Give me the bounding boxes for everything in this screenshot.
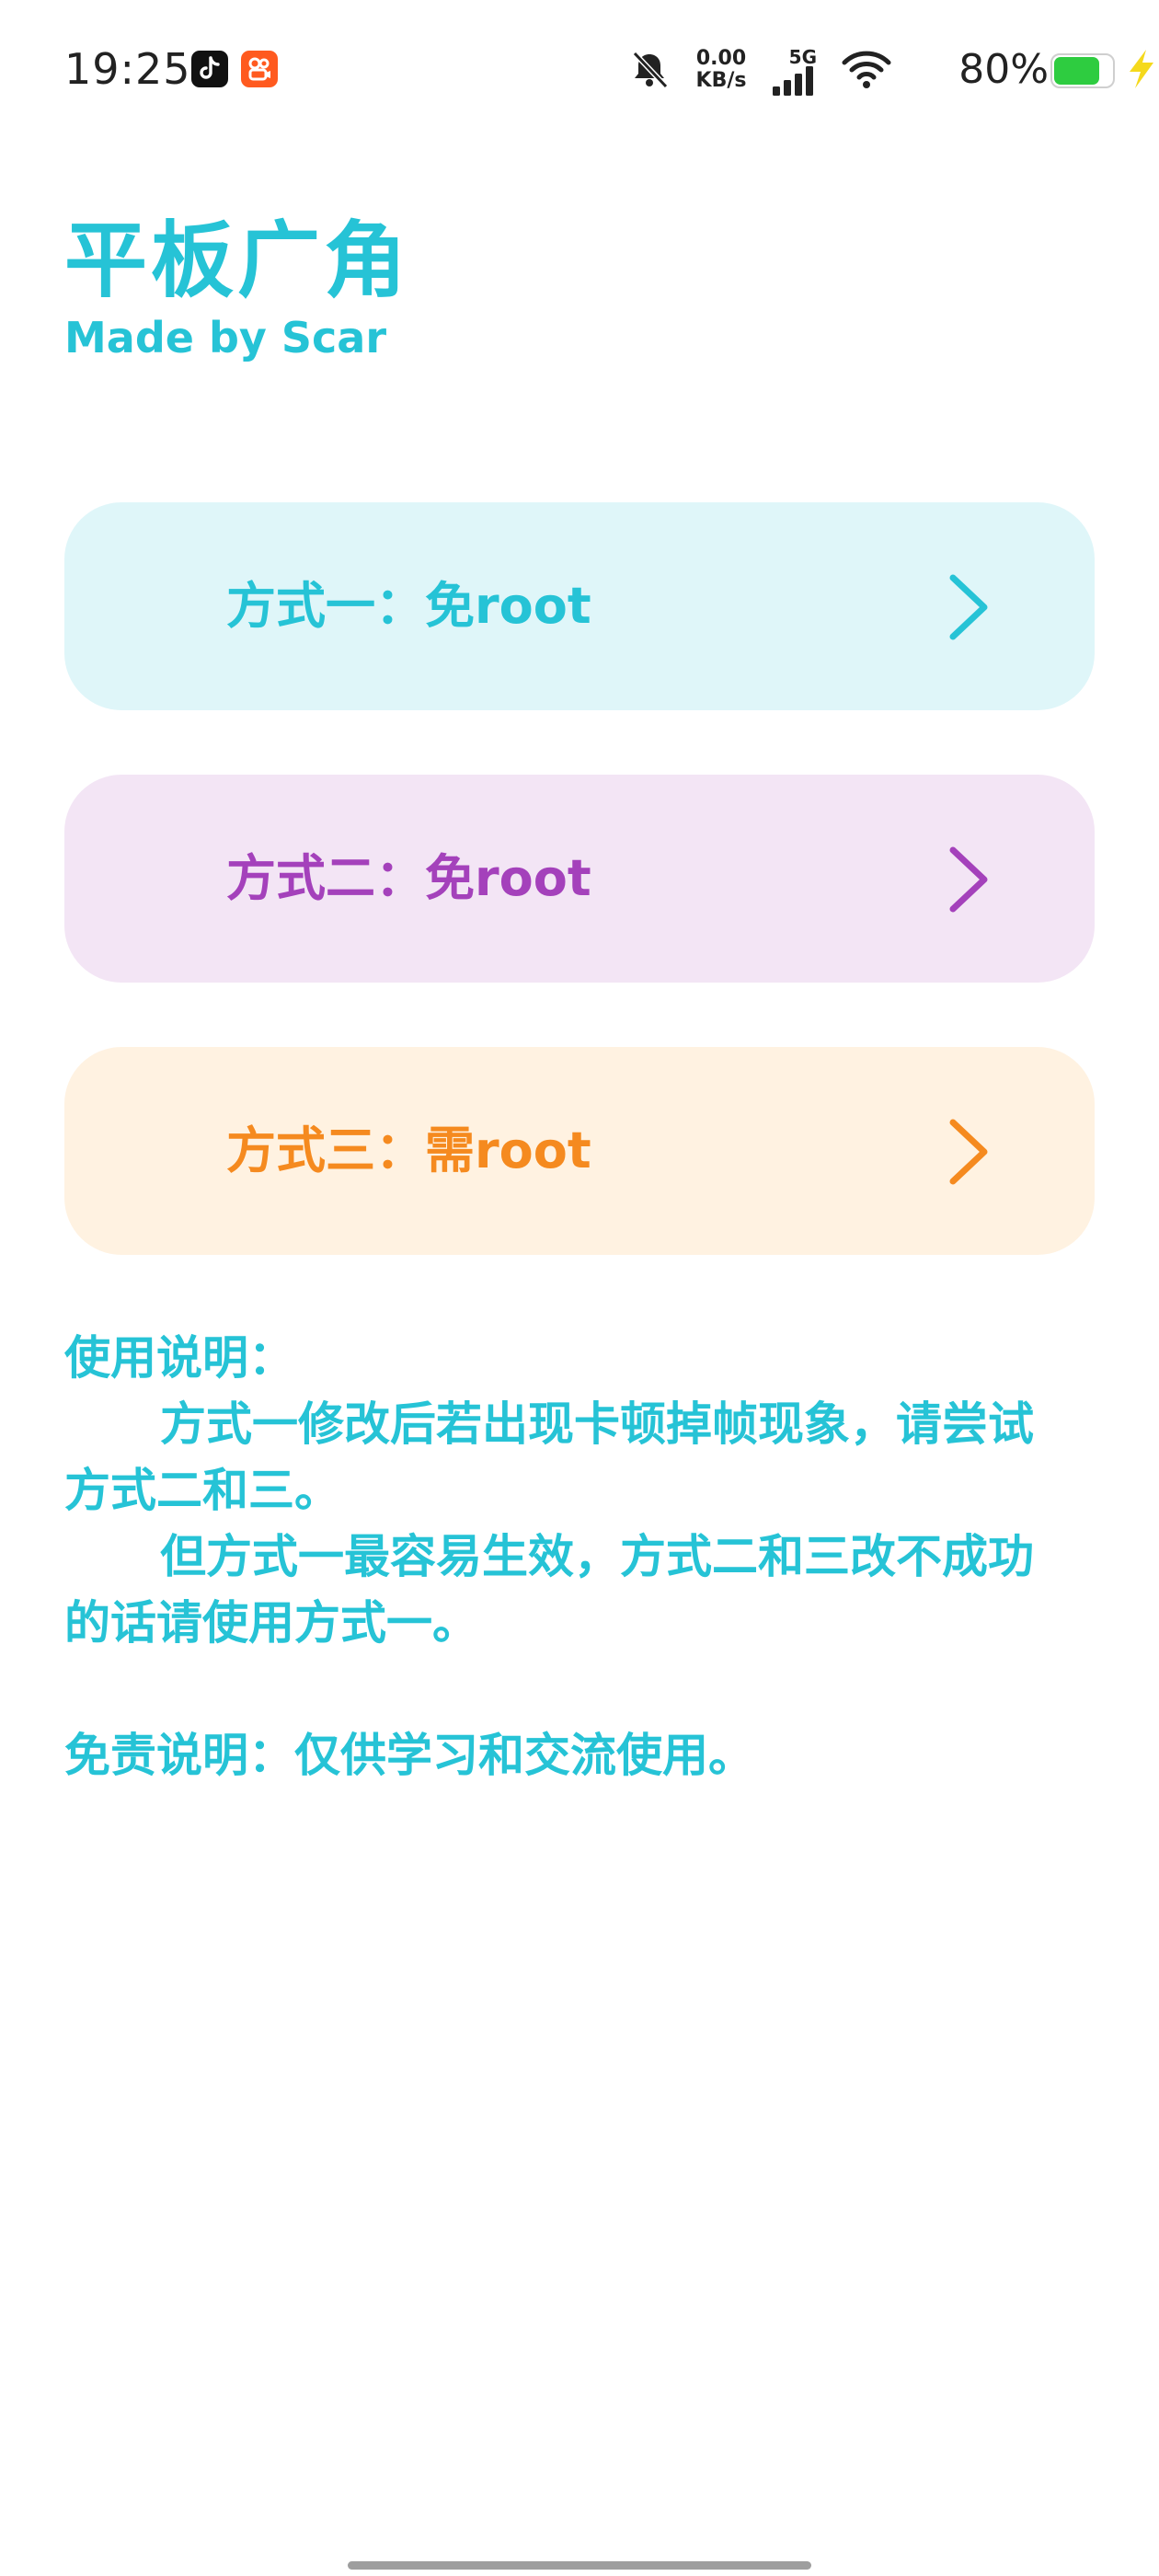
signal-icon — [773, 66, 813, 96]
page-subtitle: Made by Scar — [64, 313, 387, 362]
chevron-right-icon — [949, 846, 988, 913]
usage-paragraph-1: 方式一修改后若出现卡顿掉帧现象，请尝试方式二和三。 — [64, 1397, 1034, 1517]
wifi-icon — [842, 51, 891, 88]
method-one-label: 方式一：免root — [226, 577, 591, 635]
usage-heading: 使用说明： — [64, 1331, 294, 1385]
battery-icon — [1050, 53, 1115, 88]
status-bar: 19:25 0.00 KB/s 5G 80% — [0, 0, 1159, 138]
method-two-button[interactable]: 方式二：免root — [64, 775, 1095, 983]
method-one-button[interactable]: 方式一：免root — [64, 502, 1095, 710]
page-title: 平板广角 — [64, 213, 410, 309]
network-type: 5G — [788, 46, 817, 68]
disclaimer-text: 免责说明：仅供学习和交流使用。 — [64, 1729, 754, 1782]
network-speed: 0.00 KB/s — [684, 48, 758, 92]
status-icons: 0.00 KB/s 5G 80% — [0, 40, 1159, 96]
network-speed-value: 0.00 — [695, 47, 747, 70]
charging-bolt-icon — [1130, 50, 1153, 88]
battery-fill — [1054, 57, 1099, 85]
network-speed-unit: KB/s — [695, 69, 747, 92]
chevron-right-icon — [949, 574, 988, 640]
bell-muted-icon — [632, 51, 669, 89]
method-three-button[interactable]: 方式三：需root — [64, 1047, 1095, 1255]
usage-instructions: 使用说明： 方式一修改后若出现卡顿掉帧现象，请尝试方式二和三。 但方式一最容易生… — [64, 1325, 1067, 1656]
method-two-label: 方式二：免root — [226, 849, 591, 907]
chevron-right-icon — [949, 1119, 988, 1185]
method-three-label: 方式三：需root — [226, 1121, 591, 1179]
home-indicator[interactable] — [348, 2561, 811, 2570]
battery-percent: 80% — [958, 46, 1049, 93]
usage-paragraph-2: 但方式一最容易生效，方式二和三改不成功的话请使用方式一。 — [64, 1530, 1034, 1650]
